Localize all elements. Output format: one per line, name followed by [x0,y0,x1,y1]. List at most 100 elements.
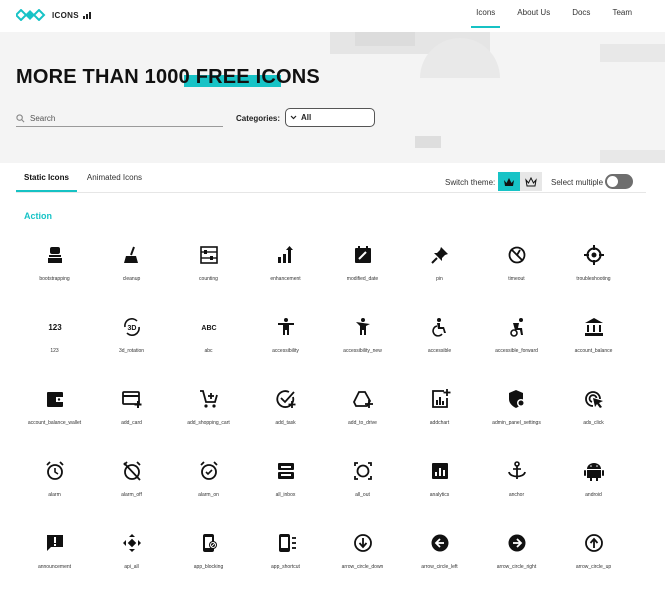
icon-tile[interactable]: ABC abc [170,310,247,380]
icon-tile[interactable]: arrow_circle_right [478,526,555,593]
tab-animated-icons[interactable]: Animated Icons [79,170,150,192]
app-blocking-icon [203,534,217,552]
icon-tile[interactable]: admin_panel_settings [478,382,555,452]
icon-tile[interactable]: account_balance_wallet [16,382,93,452]
icon-label: add_card [121,420,142,426]
arrow-circle-down-icon [354,534,372,552]
icon-tile[interactable]: ads_click [555,382,632,452]
icon-tile[interactable]: all_inbox [247,454,324,524]
addchart-icon [432,389,451,408]
accessibility-new-icon [356,318,370,335]
icon-label: counting [199,276,218,282]
announcement-icon [47,535,63,551]
icon-tile[interactable]: troubleshooting [555,238,632,308]
anchor-icon [508,461,526,479]
icon-label: arrow_circle_up [575,564,612,570]
chevron-down-icon [290,115,297,120]
icon-tile[interactable]: 3D 3d_rotation [93,310,170,380]
categories-label: Categories: [236,114,281,123]
icon-tile[interactable]: pin [401,238,478,308]
icon-tile[interactable]: modified_date [324,238,401,308]
nav-docs[interactable]: Docs [561,0,601,32]
icon-label: alarm_on [198,492,219,498]
crown-filled-icon [504,177,514,186]
icon-tile[interactable]: counting [170,238,247,308]
android-icon [584,463,604,481]
categories-select[interactable]: All [285,108,375,127]
timeout-icon [508,246,526,264]
icon-label: accessibility_new [343,348,382,354]
add-shopping-cart-icon [200,390,218,408]
icon-label: 3d_rotation [118,348,145,354]
icon-tile[interactable]: analytics [401,454,478,524]
icon-label: enhancement [270,276,301,282]
icon-label: abc [204,348,213,354]
icon-tile[interactable]: accessibility_new [324,310,401,380]
logo[interactable]: ICONS [16,8,91,22]
icon-tile[interactable]: enhancement [247,238,324,308]
nav-team[interactable]: Team [601,0,643,32]
pin-icon [431,247,448,264]
search-box[interactable] [16,111,223,127]
analytics-icon [432,463,448,479]
icon-tile[interactable]: arrow_circle_up [555,526,632,593]
admin-panel-settings-icon [509,390,525,408]
tab-static-icons[interactable]: Static Icons [16,170,77,192]
icon-label: accessibility [272,348,299,354]
nav-about-us[interactable]: About Us [506,0,561,32]
icon-tile[interactable]: app_blocking [170,526,247,593]
icon-label: bootstrapping [39,276,70,282]
icon-tile[interactable]: alarm [16,454,93,524]
main-nav: Icons About Us Docs Team [465,0,643,32]
top-navbar: ICONS Icons About Us Docs Team [0,0,665,32]
theme-dark-button[interactable] [498,172,520,191]
icon-tile[interactable]: announcement [16,526,93,593]
icon-tile[interactable]: bootstrapping [16,238,93,308]
abc-icon: ABC [201,325,216,332]
icon-tile[interactable]: add_task [247,382,324,452]
icon-tile[interactable]: arrow_circle_down [324,526,401,593]
icon-tile[interactable]: alarm_off [93,454,170,524]
icon-label: account_balance [574,348,613,354]
all-out-icon [354,462,372,480]
icon-tile[interactable]: api_all [93,526,170,593]
hero-decoration [600,44,665,62]
icon-tile[interactable]: cleanup [93,238,170,308]
icon-tile[interactable]: timeout [478,238,555,308]
icon-tile[interactable]: add_to_drive [324,382,401,452]
nav-icons[interactable]: Icons [465,0,506,32]
icon-label: all_out [355,492,370,498]
icon-label: add_shopping_cart [187,420,230,426]
icon-tile[interactable]: add_shopping_cart [170,382,247,452]
icon-label: modified_date [346,276,379,282]
icon-tile[interactable]: android [555,454,632,524]
arrow-circle-up-icon [585,534,603,552]
icon-tile[interactable]: all_out [324,454,401,524]
icon-tile[interactable]: account_balance [555,310,632,380]
alarm-icon [46,461,64,480]
cleanup-icon [124,246,138,263]
icon-tile[interactable]: add_card [93,382,170,452]
search-input[interactable] [30,114,210,123]
icon-tile[interactable]: 123 123 [16,310,93,380]
icon-tile[interactable]: accessible_forward [478,310,555,380]
select-multiple-toggle[interactable] [605,174,633,189]
icon-label: api_all [124,564,139,570]
accessible-icon [432,318,446,337]
icon-tile[interactable]: addchart [401,382,478,452]
3d-rotation-icon: 3D [124,317,140,337]
tabs-divider [16,192,646,193]
icon-tile[interactable]: accessible [401,310,478,380]
icon-label: alarm [48,492,61,498]
theme-light-button[interactable] [520,172,542,191]
icon-tile[interactable]: app_shortcut [247,526,324,593]
accessible-forward-icon [510,318,523,337]
hero-decoration [415,136,441,148]
icon-label: android [585,492,602,498]
icon-label: analytics [429,492,450,498]
icon-tile[interactable]: alarm_on [170,454,247,524]
icon-tile[interactable]: arrow_circle_left [401,526,478,593]
icon-tile[interactable]: accessibility [247,310,324,380]
icon-label: ads_click [583,420,604,426]
icon-tile[interactable]: anchor [478,454,555,524]
